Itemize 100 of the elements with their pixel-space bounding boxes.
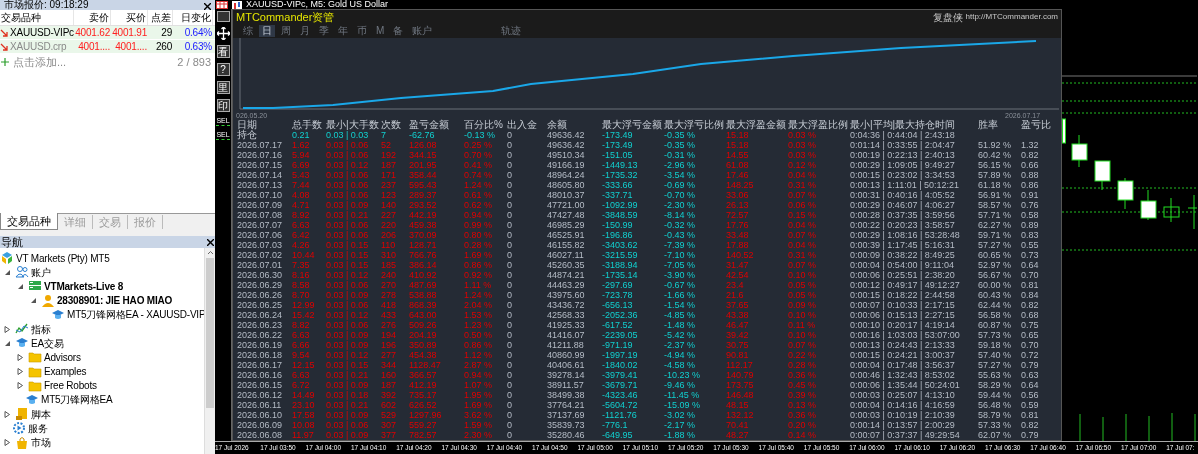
report-tab[interactable]: 备: [390, 25, 407, 37]
table-cell-text: 6.63: [292, 370, 311, 380]
toolbar-button[interactable]: 印: [216, 99, 230, 112]
table-cell-text: 0.03 | 0.18: [326, 390, 370, 400]
website-link[interactable]: http://MTCommander.com: [965, 11, 1058, 23]
toolbar-button[interactable]: 里: [216, 81, 230, 94]
report-tab[interactable]: 日: [259, 25, 275, 37]
table-cell-text: 559.27: [409, 420, 438, 430]
column-header[interactable]: 买价: [111, 10, 148, 25]
report-tab[interactable]: 月: [297, 25, 313, 37]
table-cell-text: 0.94 %: [464, 210, 494, 220]
table-cell-text: 0.64: [1021, 380, 1040, 390]
table-cell-text: 0.76: [1021, 200, 1040, 210]
table-cell-text: 0.31 %: [788, 180, 818, 190]
minimize-button[interactable]: [216, 11, 230, 22]
collapsed-toggle-icon[interactable]: [4, 325, 11, 333]
report-tab[interactable]: 季: [316, 25, 332, 37]
tree-item[interactable]: 市场: [31, 435, 51, 451]
report-tab[interactable]: 账户: [409, 25, 436, 37]
move-icon[interactable]: [216, 27, 230, 40]
tree-item[interactable]: MT5刀锋网格EA: [41, 392, 113, 408]
table-cell-text: 2026.06.09: [237, 420, 284, 430]
table-cell-text: 1.11 %: [464, 280, 493, 290]
report-tab[interactable]: 周: [278, 25, 294, 37]
table-cell-text: 52: [381, 140, 392, 150]
collapsed-toggle-icon[interactable]: [17, 353, 24, 361]
report-tab[interactable]: 币: [354, 25, 370, 37]
column-header: 余额: [547, 120, 568, 130]
tree-item[interactable]: VT Markets (Pty) MT5: [16, 250, 110, 266]
report-tab[interactable]: 综: [240, 25, 256, 37]
tree-item[interactable]: 指标: [31, 321, 51, 337]
table-cell-text: 0.25 %: [464, 140, 494, 150]
expanded-toggle-icon[interactable]: [4, 268, 11, 276]
tree-item[interactable]: Advisors: [44, 349, 81, 365]
table-cell-text: 17.46: [726, 170, 750, 180]
tree-item[interactable]: Free Robots: [44, 378, 97, 394]
table-cell-text: 46027.11: [547, 250, 585, 260]
table-cell-text: 10.08: [292, 420, 316, 430]
collapsed-toggle-icon[interactable]: [4, 410, 11, 418]
add-symbol-link[interactable]: 点击添加...: [13, 53, 178, 71]
tree-item[interactable]: MT5刀锋网格EA - XAUUSD-VIP: [67, 307, 204, 323]
tree-item[interactable]: 脚本: [31, 406, 51, 422]
table-cell-text: 57.73 %: [978, 330, 1013, 340]
table-cell-text: 0:00:06 | 1:35:44 | 50:24:01: [850, 380, 961, 390]
panel-tab[interactable]: 交易品种: [0, 213, 58, 230]
table-cell-text: 46525.91: [547, 230, 586, 240]
table-cell-text: 2026.06.26: [237, 290, 284, 300]
report-tab[interactable]: 轨迹: [498, 25, 525, 37]
table-cell-text: 1.12 %: [464, 350, 494, 360]
table-cell-text: 310: [381, 250, 398, 260]
column-header[interactable]: 日变化: [173, 10, 213, 25]
table-cell-text: 14.49: [292, 390, 316, 400]
table-cell-text: 0: [507, 180, 513, 190]
scroll-thumb[interactable]: [206, 258, 214, 408]
table-cell-text: -173.49: [602, 130, 634, 140]
table-cell-text: 386.14: [409, 260, 438, 270]
table-cell-text: 126.08: [409, 140, 438, 150]
table-cell-text: 57.27 %: [978, 240, 1013, 250]
scrollbar[interactable]: [204, 248, 215, 454]
table-cell-text: 0.03 %: [788, 130, 818, 140]
table-cell-text: 2026.07.17: [237, 140, 284, 150]
quote-row[interactable]: XAUUSD-VIPc4001.62 4001.91 29 0.64%: [0, 26, 215, 40]
table-cell-text: 0.03 | 0.06: [326, 150, 370, 160]
table-cell-text: 3.62 %: [464, 410, 494, 420]
column-header: 出入金: [507, 120, 538, 130]
tree-item[interactable]: VTMarkets-Live 8: [44, 278, 124, 294]
tree-item[interactable]: EA交易: [31, 335, 64, 351]
toolbar-button[interactable]: 看: [216, 45, 230, 58]
table-cell-text: 0.79: [1021, 430, 1040, 440]
collapsed-toggle-icon[interactable]: [4, 439, 11, 447]
report-tab[interactable]: 年: [335, 25, 351, 37]
expanded-toggle-icon[interactable]: [4, 339, 11, 347]
tree-item[interactable]: 账户: [31, 264, 51, 280]
collapsed-toggle-icon[interactable]: [17, 368, 24, 376]
table-cell-text: 2026.06.15: [237, 380, 284, 390]
expanded-toggle-icon[interactable]: [30, 297, 37, 305]
tree-item[interactable]: Examples: [44, 364, 87, 380]
table-cell-text: 0:00:10 | 0:20:17 | 4:19:14: [850, 320, 956, 330]
panel-title: 市场报价: 09:18:29: [4, 0, 89, 10]
table-cell-text: 1297.96: [409, 410, 443, 420]
collapsed-toggle-icon[interactable]: [17, 382, 24, 390]
table-cell-text: 48964.24: [547, 170, 586, 180]
toolbar-button[interactable]: ?: [216, 63, 230, 76]
column-header[interactable]: 交易品种: [0, 10, 74, 25]
report-tab[interactable]: M: [373, 25, 388, 37]
expanded-toggle-icon[interactable]: [17, 282, 24, 290]
table-cell-text: 37137.69: [547, 410, 586, 420]
tree-item[interactable]: 服务: [28, 420, 48, 436]
column-header[interactable]: 卖价: [74, 10, 111, 25]
quote-row[interactable]: XAUUSD.crp 4001.... 4001.... 260 0.63%: [0, 40, 215, 54]
table-cell-text: 0.91: [1021, 190, 1040, 200]
table-cell-text: 40860.99: [547, 350, 586, 360]
daily-change: 0.64%: [183, 26, 213, 40]
table-cell-text: -1997.19: [602, 350, 639, 360]
tree-item[interactable]: 28308901: JIE HAO MIAO: [57, 293, 173, 309]
table-cell-text: 0.10 %: [788, 330, 818, 340]
table-cell-text: 52.97 %: [978, 260, 1013, 270]
table-cell-text: 0.58: [1021, 210, 1040, 220]
table-cell-text: -1735.14: [602, 270, 639, 280]
column-header[interactable]: 点差: [148, 10, 173, 25]
